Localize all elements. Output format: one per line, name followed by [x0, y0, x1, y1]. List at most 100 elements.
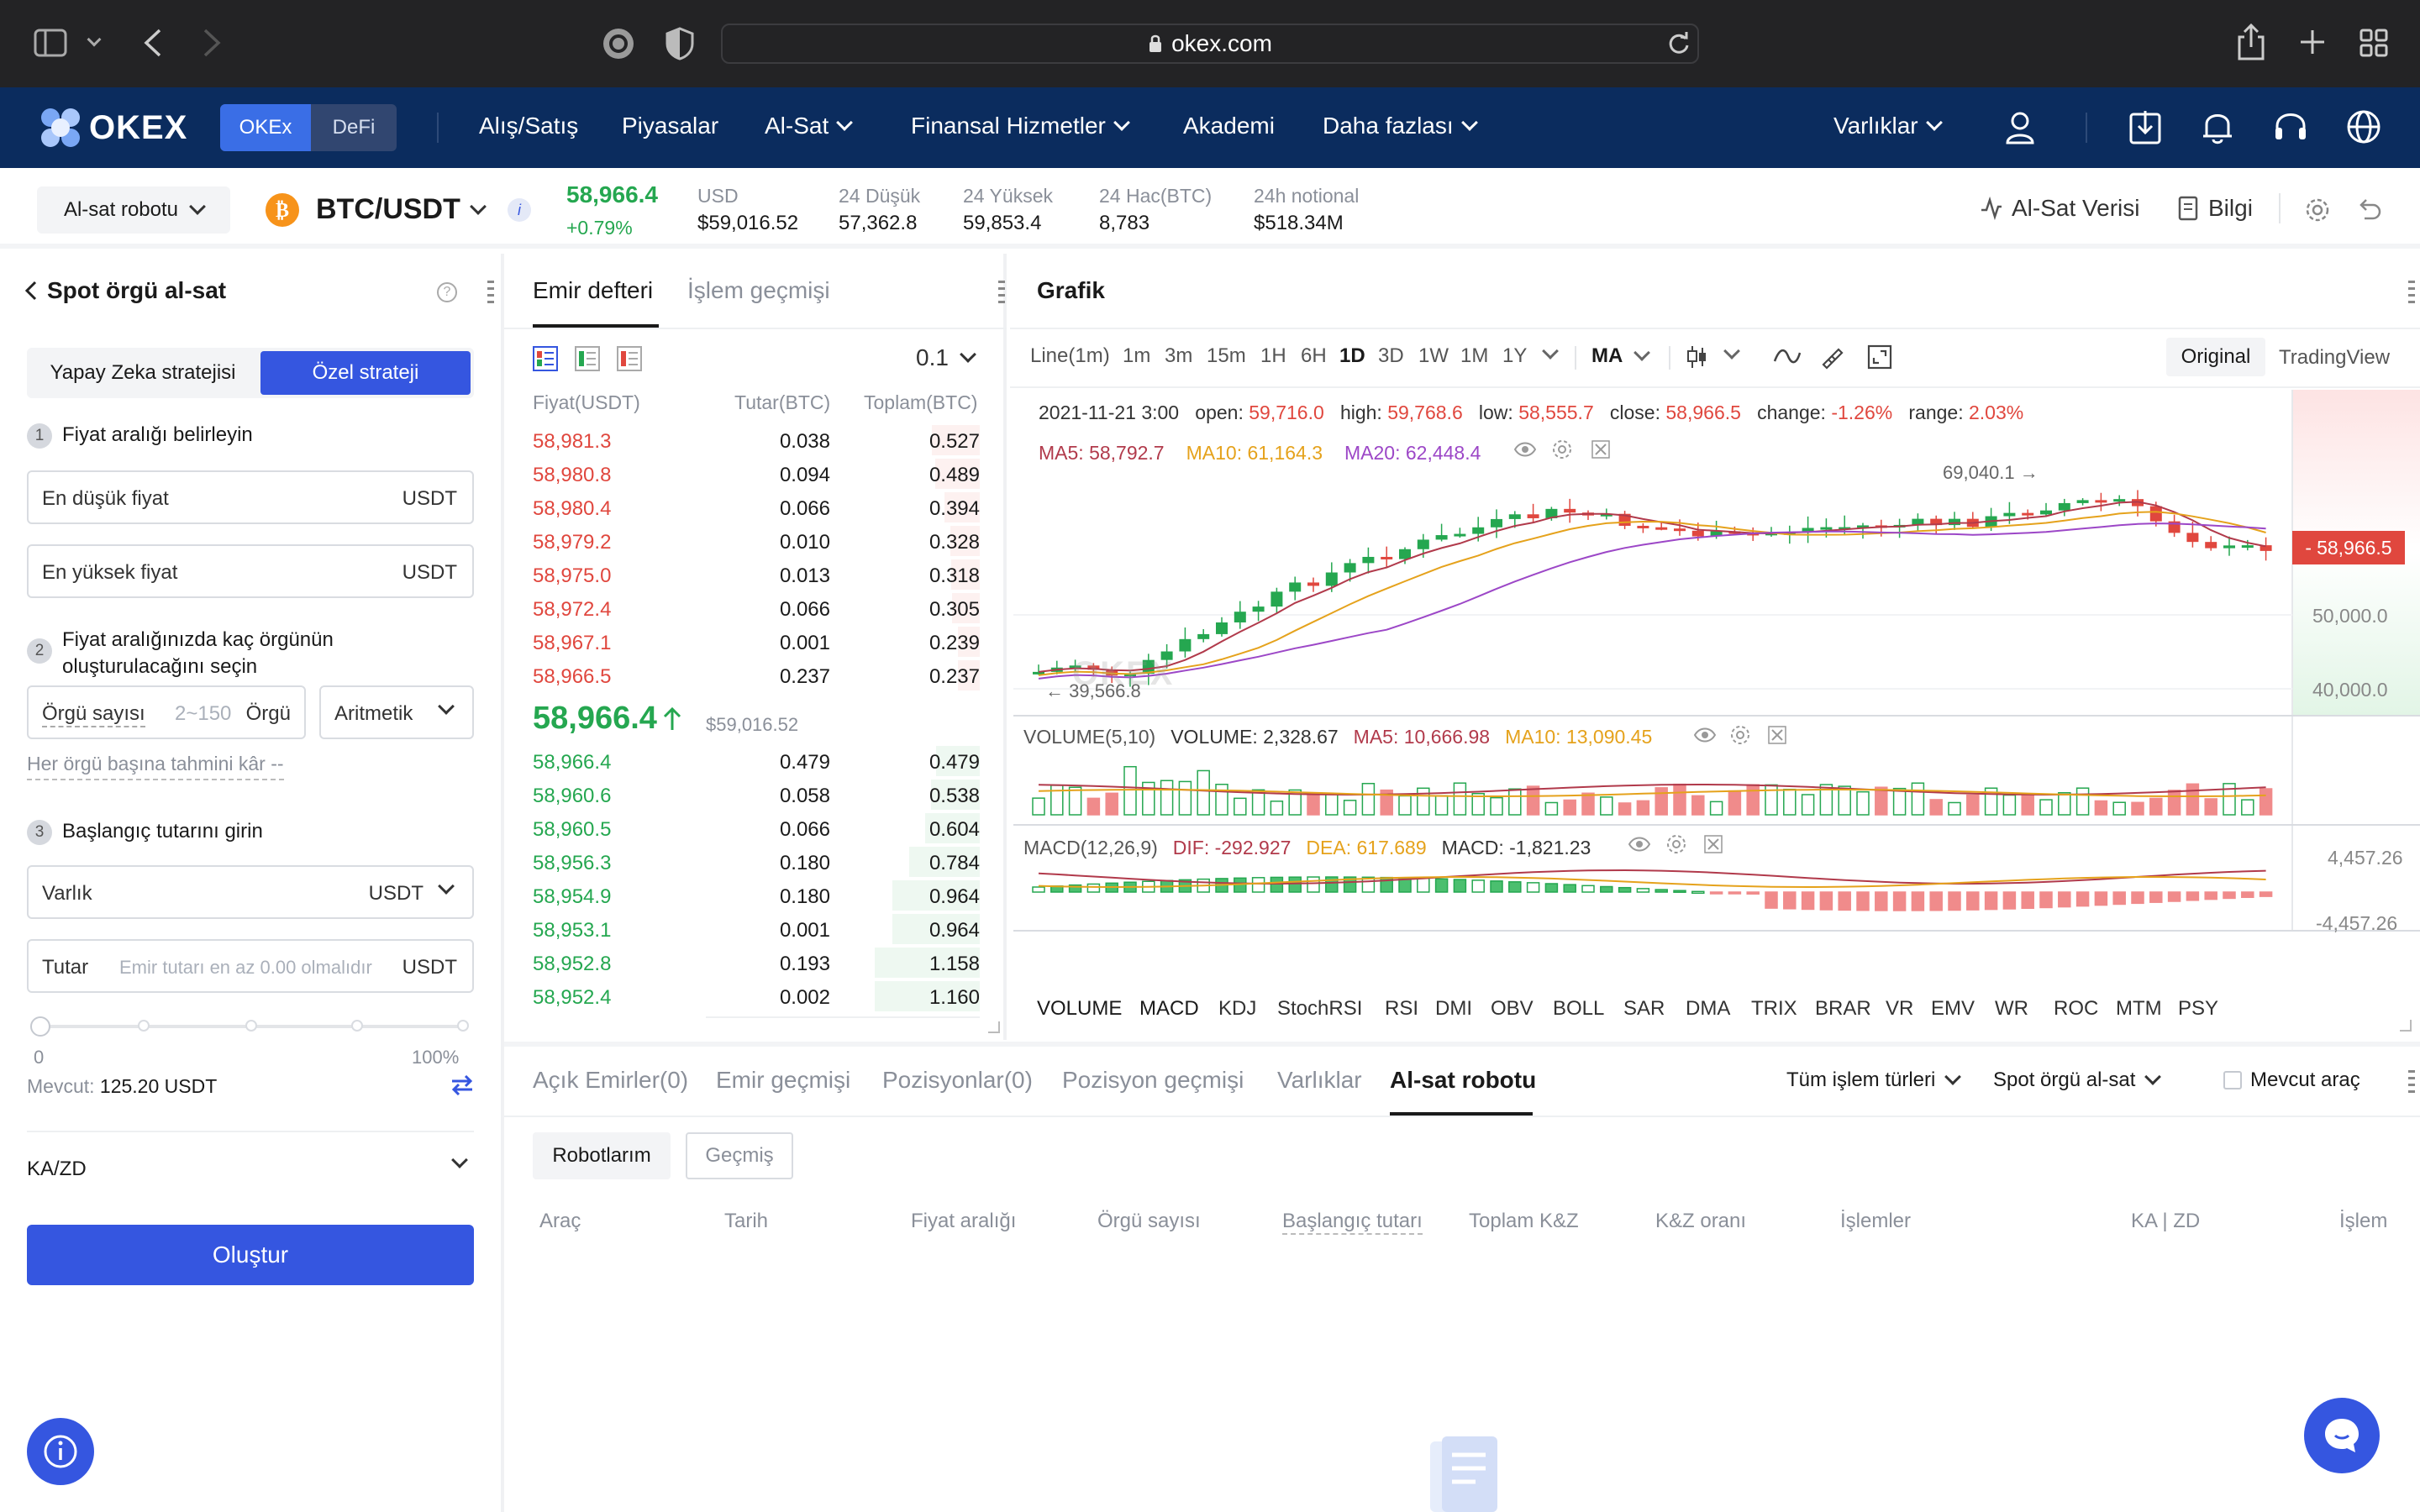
globe-icon[interactable] [2346, 109, 2381, 144]
indicator-kdj[interactable]: KDJ [1218, 997, 1256, 1021]
platform-switch[interactable]: OKEx DeFi [220, 104, 397, 151]
interval-6h[interactable]: 6H [1301, 344, 1327, 368]
amount-input[interactable]: Tutar Emir tutarı en az 0.00 olmalıdır U… [27, 939, 474, 993]
tpsl-toggle[interactable]: KA/ZD [27, 1152, 474, 1184]
indicator-dma[interactable]: DMA [1686, 997, 1730, 1021]
drawing-tool-icon[interactable] [1820, 344, 1845, 370]
drag-handle-icon[interactable] [2408, 1070, 2415, 1095]
undo-icon[interactable] [2356, 197, 2383, 223]
interval-1y[interactable]: 1Y [1502, 344, 1527, 368]
info-link[interactable]: Bilgi [2178, 195, 2253, 222]
indicator-dmi[interactable]: DMI [1435, 997, 1472, 1021]
nav-more[interactable]: Daha fazlası [1323, 113, 1478, 139]
seg-defi[interactable]: DeFi [311, 104, 397, 151]
interval-3m[interactable]: 3m [1165, 344, 1192, 368]
bid-row[interactable]: 58,952.8 0.193 1.158 [533, 946, 980, 979]
view-asks-icon[interactable] [617, 346, 642, 371]
interval-3d[interactable]: 3D [1378, 344, 1404, 368]
indicator-obv[interactable]: OBV [1491, 997, 1534, 1021]
indicator-brar[interactable]: BRAR [1815, 997, 1871, 1021]
indicator-macd[interactable]: MACD [1139, 997, 1199, 1021]
ask-row[interactable]: 58,979.2 0.010 0.328 [533, 524, 980, 558]
nav-finance[interactable]: Finansal Hizmetler [911, 113, 1130, 139]
ask-row[interactable]: 58,967.1 0.001 0.239 [533, 625, 980, 659]
grammarly-icon[interactable] [602, 27, 635, 60]
drag-handle-icon[interactable] [2408, 281, 2415, 306]
chat-support-button[interactable] [2304, 1398, 2380, 1473]
trading-data-link[interactable]: Al-Sat Verisi [1980, 195, 2140, 222]
shield-icon[interactable] [666, 27, 694, 60]
drag-handle-icon[interactable] [487, 281, 494, 306]
nav-buy-sell[interactable]: Alış/Satış [479, 113, 578, 139]
interval-1m[interactable]: 1m [1123, 344, 1150, 368]
transfer-icon[interactable] [450, 1075, 474, 1095]
ask-row[interactable]: 58,981.3 0.038 0.527 [533, 423, 980, 457]
indicator-wr[interactable]: WR [1995, 997, 2028, 1021]
ask-row[interactable]: 58,980.4 0.066 0.394 [533, 491, 980, 524]
candlestick-chart[interactable] [1013, 390, 2420, 981]
user-icon[interactable] [2005, 111, 2035, 144]
interval-1h[interactable]: 1H [1260, 344, 1286, 368]
bid-row[interactable]: 58,960.6 0.058 0.538 [533, 778, 980, 811]
nav-academy[interactable]: Akademi [1183, 113, 1275, 139]
new-tab-icon[interactable] [2299, 29, 2326, 55]
interval-1d[interactable]: 1D [1339, 344, 1365, 368]
bid-row[interactable]: 58,956.3 0.180 0.784 [533, 845, 980, 879]
settings-icon[interactable] [2304, 197, 2331, 223]
view-bids-icon[interactable] [575, 346, 600, 371]
bell-icon[interactable] [2202, 109, 2233, 144]
indicator-sar[interactable]: SAR [1623, 997, 1665, 1021]
indicator-psy[interactable]: PSY [2178, 997, 2218, 1021]
resize-corner-icon[interactable] [2400, 1020, 2412, 1032]
eye-icon[interactable] [1628, 835, 1650, 853]
interval-line[interactable]: Line(1m) [1030, 344, 1110, 368]
bid-row[interactable]: 58,960.5 0.066 0.604 [533, 811, 980, 845]
tab-custom-strategy[interactable]: Özel strateji [260, 351, 471, 395]
bid-row[interactable]: 58,954.9 0.180 0.964 [533, 879, 980, 912]
view-tradingview-button[interactable]: TradingView [2279, 346, 2390, 370]
indicator-volume[interactable]: VOLUME [1037, 997, 1122, 1021]
ask-row[interactable]: 58,966.5 0.237 0.237 [533, 659, 980, 692]
okex-logo[interactable]: OKEX [39, 106, 187, 150]
tab-trade-history[interactable]: İşlem geçmişi [687, 277, 830, 304]
indicator-line-icon[interactable] [1773, 346, 1802, 368]
forward-icon[interactable] [202, 29, 222, 57]
nav-assets[interactable]: Varlıklar [1833, 113, 1943, 139]
back-chevron-icon[interactable] [25, 281, 37, 301]
asset-select[interactable]: Varlık USDT [27, 865, 474, 919]
indicator-mtm[interactable]: MTM [2116, 997, 2162, 1021]
back-icon[interactable] [143, 29, 163, 57]
drag-handle-icon[interactable] [998, 281, 1005, 306]
precision-select[interactable]: 0.1 [916, 344, 976, 371]
url-bar[interactable]: okex.com [721, 24, 1699, 64]
view-original-button[interactable]: Original [2166, 338, 2265, 376]
close-icon[interactable] [1768, 726, 1786, 744]
indicator-trix[interactable]: TRIX [1751, 997, 1797, 1021]
info-float-button[interactable] [27, 1418, 94, 1485]
share-icon[interactable] [2237, 24, 2265, 60]
bid-row[interactable]: 58,953.1 0.001 0.964 [533, 912, 980, 946]
indicator-vr[interactable]: VR [1886, 997, 1913, 1021]
tab-order-book[interactable]: Emir defteri [533, 277, 653, 304]
gear-icon[interactable] [1729, 724, 1751, 746]
fullscreen-icon[interactable] [1867, 344, 1892, 370]
nav-trade[interactable]: Al-Sat [765, 113, 854, 139]
max-price-input[interactable]: En yüksek fiyat USDT [27, 544, 474, 598]
nav-markets[interactable]: Piyasalar [622, 113, 718, 139]
create-button[interactable]: Oluştur [27, 1225, 474, 1285]
interval-1w[interactable]: 1W [1418, 344, 1449, 368]
eye-icon[interactable] [1694, 726, 1716, 744]
gear-icon[interactable] [1665, 833, 1687, 855]
trade-type-filter[interactable]: Tüm işlem türleri [1786, 1068, 1962, 1092]
ask-row[interactable]: 58,975.0 0.013 0.318 [533, 558, 980, 591]
indicator-boll[interactable]: BOLL [1553, 997, 1604, 1021]
interval-15m[interactable]: 15m [1207, 344, 1246, 368]
seg-okex[interactable]: OKEx [220, 104, 311, 151]
pair-selector[interactable]: BTC/USDT [316, 193, 487, 226]
interval-1mo[interactable]: 1M [1460, 344, 1488, 368]
tab-ai-strategy[interactable]: Yapay Zeka stratejisi [27, 348, 259, 398]
headset-icon[interactable] [2274, 109, 2307, 144]
indicator-roc[interactable]: ROC [2054, 997, 2098, 1021]
bot-selector[interactable]: Al-sat robotu [37, 186, 230, 234]
tab-position-history[interactable]: Pozisyon geçmişi [1062, 1067, 1244, 1094]
